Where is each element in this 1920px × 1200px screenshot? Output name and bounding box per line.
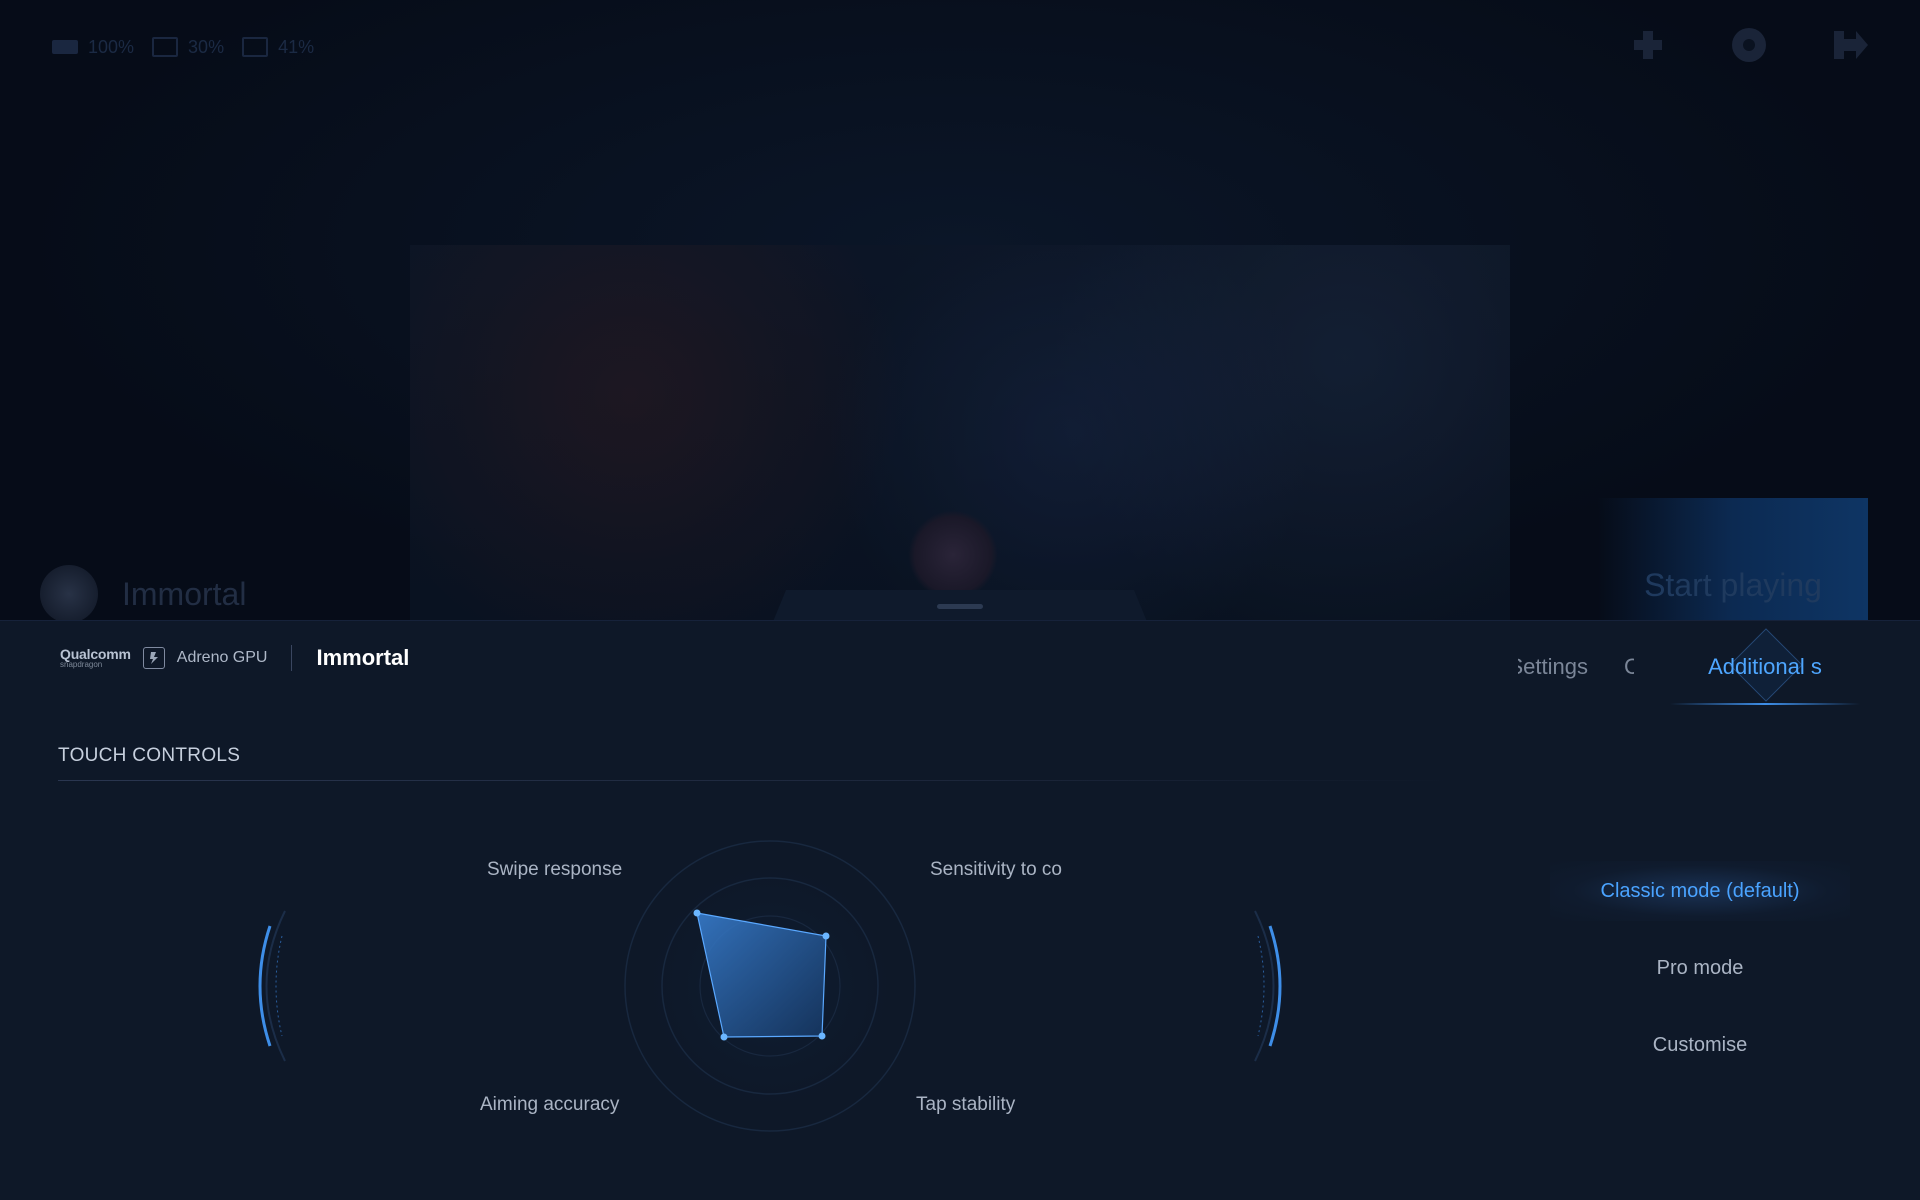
radar-point-tap — [818, 1032, 826, 1040]
status-bar: 100% 30% 41% — [52, 36, 314, 58]
right-bracket-accent — [1268, 925, 1282, 1047]
right-bracket-dots — [1257, 935, 1265, 1037]
gamepad-icon[interactable] — [1630, 27, 1666, 63]
radar-label-tap-stability: Tap stability — [916, 1094, 1016, 1115]
cpu-status: 30% — [152, 37, 224, 58]
radar-point-sensitivity — [822, 932, 830, 940]
mode-pro-button[interactable]: Pro mode — [1550, 938, 1850, 998]
left-bracket-dots — [275, 935, 283, 1037]
settings-gear-icon[interactable] — [1730, 26, 1768, 64]
mode-classic-button[interactable]: Classic mode (default) — [1550, 861, 1850, 921]
game-launcher-screen: 100% 30% 41% Immortal Start playing Qual… — [0, 0, 1920, 1200]
battery-status: 100% — [52, 37, 134, 58]
gpu-status: 41% — [242, 37, 314, 58]
cpu-value: 30% — [188, 36, 225, 57]
radar-point-swipe — [693, 909, 701, 917]
panel-tabs: Settings C Additional s — [1518, 628, 1860, 705]
mode-customise-button[interactable]: Customise — [1550, 1015, 1850, 1075]
radar-label-aiming-accuracy: Aiming accuracy — [480, 1094, 620, 1115]
battery-icon — [52, 40, 78, 54]
background-game-title: Immortal — [122, 575, 247, 612]
top-right-toolbar — [1630, 26, 1870, 64]
game-avatar — [40, 565, 98, 623]
radar-label-sensitivity: Sensitivity to co — [930, 859, 1062, 880]
tab-settings[interactable]: Settings — [1518, 654, 1588, 680]
tab-c[interactable]: C — [1624, 654, 1634, 680]
tab-additional-settings[interactable]: Additional s — [1670, 628, 1860, 705]
gpu-value: 41% — [278, 36, 315, 57]
control-mode-list: Classic mode (default) Pro mode Customis… — [1550, 861, 1850, 1092]
settings-panel: Qualcomm snapdragon Adreno GPU Immortal … — [0, 620, 1920, 1200]
left-bracket-accent — [258, 925, 272, 1047]
gpu-icon — [242, 37, 269, 57]
active-tab-underline — [1670, 703, 1860, 705]
drawer-handle[interactable] — [937, 604, 983, 609]
cpu-icon — [152, 37, 179, 57]
radar-label-swipe-response: Swipe response — [487, 859, 623, 880]
touch-radar-chart — [258, 840, 1282, 1132]
game-emblem — [908, 510, 998, 600]
tab-additional-label: Additional s — [1708, 654, 1822, 679]
radar-point-aiming — [720, 1033, 728, 1041]
start-playing-button[interactable]: Start playing — [1598, 498, 1868, 622]
exit-icon[interactable] — [1832, 27, 1870, 63]
battery-value: 100% — [88, 36, 135, 57]
background-game-header: Immortal — [40, 565, 246, 623]
